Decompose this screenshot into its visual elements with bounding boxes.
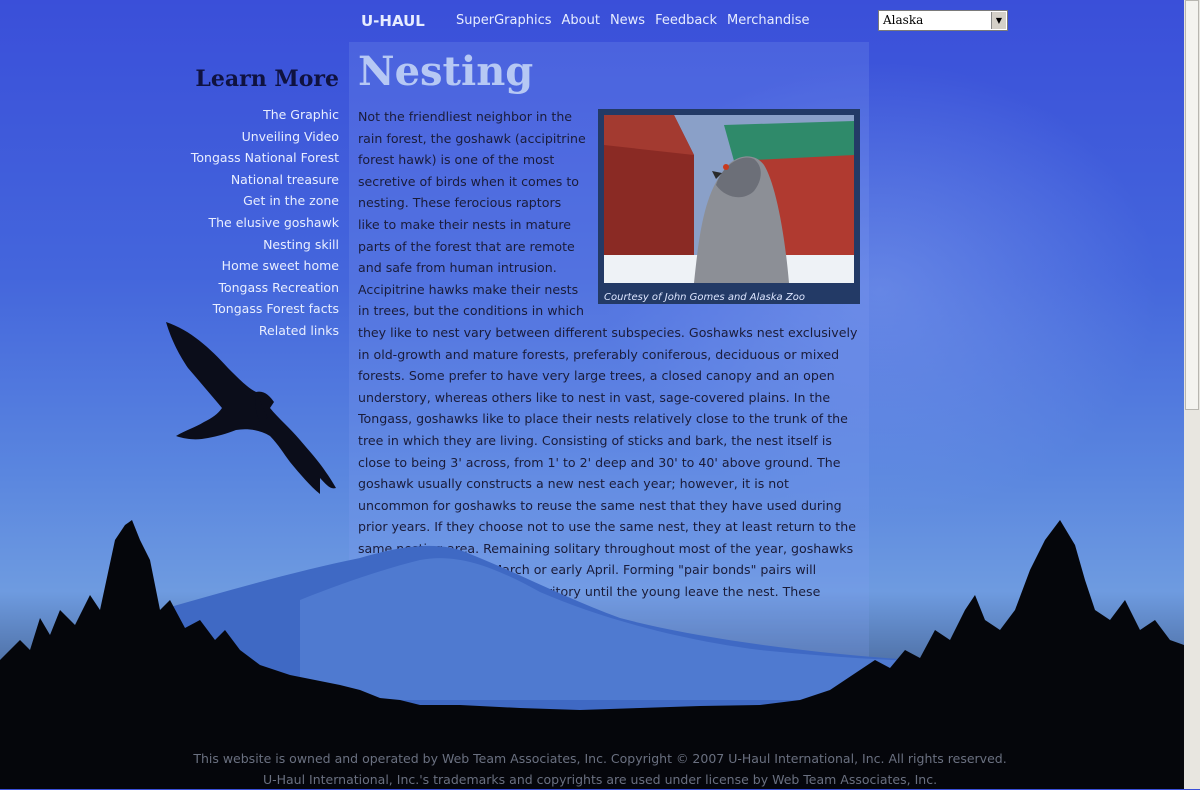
footer-copyright: This website is owned and operated by We… [193,751,1007,766]
top-nav: U-HAUL SuperGraphics About News Feedback… [0,0,1184,42]
sidebar-item-national-treasure[interactable]: National treasure [150,169,339,191]
uhaul-logo[interactable]: U-HAUL [361,12,425,30]
nav-link-merchandise[interactable]: Merchandise [727,13,810,28]
sidebar-item-tongass-forest-facts[interactable]: Tongass Forest facts [150,298,339,320]
sidebar-item-elusive-goshawk[interactable]: The elusive goshawk [150,212,340,234]
vertical-scrollbar[interactable] [1184,0,1200,789]
sidebar-item-nesting-skill[interactable]: Nesting skill [150,234,339,256]
photo-caption: Courtesy of John Gomes and Alaska Zoo [604,292,805,303]
sidebar-item-home-sweet-home[interactable]: Home sweet home [150,255,339,277]
sidebar-item-tongass-recreation[interactable]: Tongass Recreation [150,277,339,299]
goshawk-photo [604,115,854,283]
goshawk-photo-figure: Courtesy of John Gomes and Alaska Zoo [598,109,860,304]
sidebar-item-tongass-national-forest[interactable]: Tongass National Forest [150,147,339,169]
footer-license: U-Haul International, Inc.'s trademarks … [262,772,938,787]
nav-links: SuperGraphics About News Feedback Mercha… [456,13,810,28]
forest-mountain-scenery [0,520,1184,789]
scrollbar-thumb[interactable] [1185,0,1199,410]
page-title: Nesting [358,48,534,95]
nav-link-news[interactable]: News [610,13,645,28]
sidebar-item-unveiling-video[interactable]: Unveiling Video [150,126,339,148]
nav-link-feedback[interactable]: Feedback [655,13,717,28]
nav-link-about[interactable]: About [562,13,600,28]
sidebar-item-get-in-the-zone[interactable]: Get in the zone [150,190,339,212]
sidebar-heading: Learn More [195,66,339,92]
chevron-down-icon[interactable]: ▼ [991,12,1006,29]
state-select-value: Alaska [883,13,924,27]
footer: This website is owned and operated by We… [0,748,1200,790]
sidebar-item-the-graphic[interactable]: The Graphic [150,104,339,126]
state-select[interactable]: Alaska ▼ [878,10,1008,31]
learn-more-sidebar: Learn More The Graphic Unveiling Video T… [150,66,339,342]
hawk-silhouette-icon [166,322,336,494]
sidebar-list: The Graphic Unveiling Video Tongass Nati… [150,104,339,342]
nav-link-supergraphics[interactable]: SuperGraphics [456,13,552,28]
